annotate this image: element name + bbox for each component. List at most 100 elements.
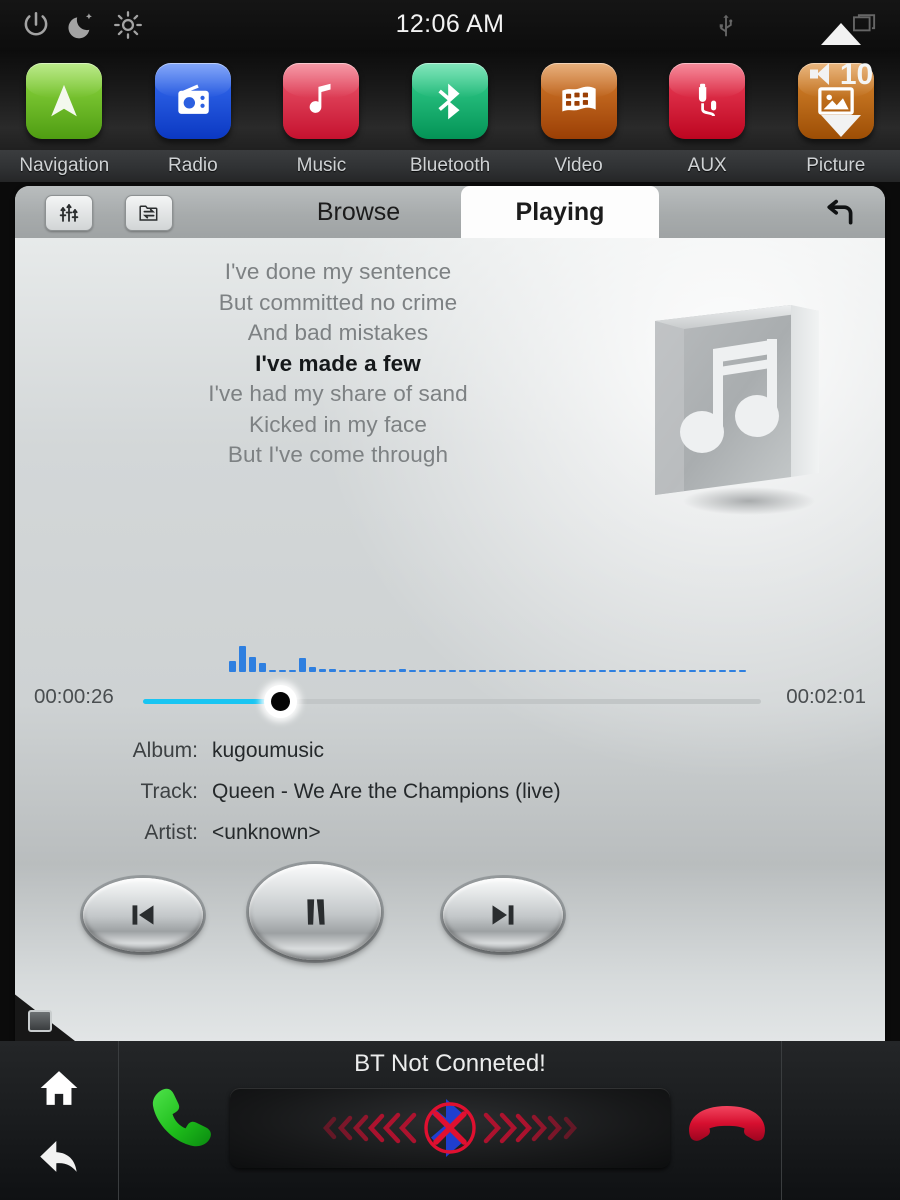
lyric-line-active: I've made a few xyxy=(255,350,421,376)
visualizer-bar xyxy=(399,669,406,672)
visualizer-bar xyxy=(529,670,536,672)
visualizer-bar xyxy=(709,670,716,672)
video-tile[interactable] xyxy=(540,63,617,139)
track-value: Queen - We Are the Champions (live) xyxy=(212,779,561,803)
back-arrow-icon xyxy=(40,1141,77,1172)
head-unit-screen: 12:06 AM Navigation Radio Music Bluetoot… xyxy=(0,0,900,1200)
visualizer-bar xyxy=(349,670,356,672)
radio-icon xyxy=(178,84,209,114)
visualizer-bar xyxy=(679,670,686,672)
call-button[interactable] xyxy=(142,1078,220,1158)
metadata-row-artist: Artist: <unknown> xyxy=(15,812,885,853)
status-bar: 12:06 AM xyxy=(0,0,900,50)
app-video[interactable] xyxy=(514,56,643,146)
visualizer-bar xyxy=(449,670,456,672)
equalizer-button[interactable] xyxy=(45,195,93,231)
visualizer-bar xyxy=(389,670,396,672)
visualizer-bar xyxy=(489,670,496,672)
play-pause-button[interactable] xyxy=(249,864,381,960)
bluetooth-tile[interactable] xyxy=(412,63,489,139)
tab-browse[interactable]: Browse xyxy=(251,186,466,238)
visualizer-bar xyxy=(579,670,586,672)
audio-visualizer xyxy=(15,636,885,672)
visualizer-bar xyxy=(639,670,646,672)
music-tile[interactable] xyxy=(283,63,360,139)
aux-tile[interactable] xyxy=(669,63,746,139)
visualizer-bar xyxy=(509,670,516,672)
visualizer-bar xyxy=(569,670,576,672)
next-track-icon xyxy=(492,905,514,925)
bluetooth-status-panel[interactable] xyxy=(230,1088,670,1168)
app-bluetooth[interactable] xyxy=(386,56,515,146)
track-metadata: Album: kugoumusic Track: Queen - We Are … xyxy=(15,730,885,853)
visualizer-bar xyxy=(249,657,256,672)
navigation-tile[interactable] xyxy=(26,63,103,139)
volume-up-button[interactable] xyxy=(818,20,864,48)
player-back-button[interactable] xyxy=(817,192,863,232)
visualizer-bar xyxy=(599,670,606,672)
app-label-music[interactable]: Music xyxy=(257,150,386,182)
corner-square-icon[interactable] xyxy=(28,1010,52,1032)
hangup-phone-icon xyxy=(689,1106,765,1141)
app-label-navigation[interactable]: Navigation xyxy=(0,150,129,182)
visualizer-bar xyxy=(469,670,476,672)
visualizer-bar xyxy=(329,669,336,672)
equalizer-icon xyxy=(59,204,79,222)
progress-section: 00:00:26 00:02:01 xyxy=(15,678,885,718)
app-radio[interactable] xyxy=(129,56,258,146)
radio-tile[interactable] xyxy=(154,63,231,139)
visualizer-bar xyxy=(619,670,626,672)
app-music[interactable] xyxy=(257,56,386,146)
window-resize-handle[interactable] xyxy=(15,993,95,1041)
previous-track-button[interactable] xyxy=(83,878,203,952)
visualizer-bar xyxy=(439,670,446,672)
app-label-aux[interactable]: AUX xyxy=(643,150,772,182)
visualizer-bar xyxy=(539,670,546,672)
progress-slider[interactable] xyxy=(143,685,761,718)
tab-playing[interactable]: Playing xyxy=(461,186,659,238)
next-track-button[interactable] xyxy=(443,878,563,952)
app-label-bluetooth[interactable]: Bluetooth xyxy=(386,150,515,182)
visualizer-bar xyxy=(689,670,696,672)
artist-value: <unknown> xyxy=(212,820,321,844)
home-button[interactable] xyxy=(36,1066,82,1110)
app-dock-labels: Navigation Radio Music Bluetooth Video A… xyxy=(0,150,900,182)
visualizer-bar xyxy=(409,670,416,672)
hangup-button[interactable] xyxy=(684,1090,770,1152)
progress-thumb[interactable] xyxy=(264,685,298,718)
navigation-arrow-icon xyxy=(51,84,78,117)
bluetooth-disconnected-icon xyxy=(322,1099,578,1157)
metadata-row-album: Album: kugoumusic xyxy=(15,730,885,771)
lyric-line: I've done my sentence xyxy=(224,259,452,284)
lyric-line: Kicked in my face xyxy=(248,411,428,437)
back-button[interactable] xyxy=(34,1133,84,1179)
total-time: 00:02:01 xyxy=(786,685,866,708)
visualizer-bar xyxy=(429,670,436,672)
folder-repeat-icon xyxy=(139,205,158,221)
media-player-window: Browse Playing I've done my sentence But… xyxy=(15,186,885,1041)
progress-fill xyxy=(143,699,283,704)
visualizer-bar xyxy=(279,670,286,672)
film-strip-icon xyxy=(561,86,596,112)
picture-icon xyxy=(817,87,854,115)
visualizer-bar xyxy=(419,670,426,672)
home-icon xyxy=(40,1071,78,1105)
folder-repeat-button[interactable] xyxy=(125,195,173,231)
visualizer-bar xyxy=(459,670,466,672)
previous-track-icon xyxy=(132,905,154,925)
visualizer-bar xyxy=(699,670,706,672)
visualizer-bar xyxy=(309,667,316,672)
visualizer-bar xyxy=(719,670,726,672)
visualizer-bar xyxy=(229,661,236,672)
visualizer-bar xyxy=(559,670,566,672)
visualizer-bar xyxy=(259,663,266,672)
visualizer-bar xyxy=(239,646,246,672)
lyric-line: But I've come through xyxy=(227,442,449,467)
visualizer-bar xyxy=(359,670,366,672)
app-navigation[interactable] xyxy=(0,56,129,146)
app-label-radio[interactable]: Radio xyxy=(129,150,258,182)
visualizer-bar xyxy=(649,670,656,672)
app-label-video[interactable]: Video xyxy=(514,150,643,182)
visualizer-bar xyxy=(269,670,276,672)
app-aux[interactable] xyxy=(643,56,772,146)
